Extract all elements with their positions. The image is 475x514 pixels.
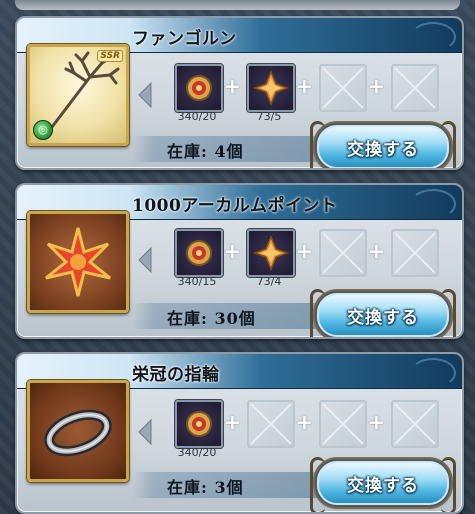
plus-icon: + bbox=[368, 239, 385, 263]
material-count: 73/4 bbox=[256, 275, 282, 288]
stock-count: 在庫: 30個 bbox=[167, 309, 256, 328]
material-slot-1[interactable] bbox=[175, 229, 223, 277]
plus-icon: + bbox=[368, 74, 385, 98]
plus-icon: + bbox=[368, 410, 385, 434]
exchange-card-laurel-ring: 栄冠の指輪 340/20 + + + 在庫: 3個 交換する bbox=[15, 352, 464, 514]
wave-ornament bbox=[410, 189, 456, 219]
button-ornament-right bbox=[441, 289, 456, 337]
plus-icon: + bbox=[224, 410, 241, 434]
material-slot-1[interactable] bbox=[175, 64, 223, 112]
red-medallion-icon bbox=[186, 240, 212, 266]
plus-icon: + bbox=[296, 410, 313, 434]
red-medallion-icon bbox=[186, 411, 212, 437]
arrow-left-icon bbox=[134, 412, 156, 452]
plus-icon: + bbox=[224, 74, 241, 98]
exchange-card-arcarum-points: 1000アーカルムポイント 340/15 + 73/4 + + 在庫: 30個 … bbox=[15, 183, 464, 339]
item-thumbnail-laurel-ring[interactable] bbox=[27, 380, 129, 482]
ring-icon bbox=[44, 409, 112, 457]
item-thumbnail-arcarum-points[interactable] bbox=[27, 211, 129, 313]
material-slot-empty bbox=[391, 64, 439, 112]
plus-icon: + bbox=[296, 239, 313, 263]
material-slot-empty bbox=[319, 400, 367, 448]
material-count: 340/20 bbox=[177, 446, 217, 459]
item-title: 栄冠の指輪 bbox=[132, 365, 220, 385]
previous-card-edge bbox=[15, 0, 460, 10]
plus-icon: + bbox=[296, 74, 313, 98]
material-slot-empty bbox=[247, 400, 295, 448]
exchange-button[interactable]: 交換する bbox=[310, 457, 456, 512]
button-ornament-right bbox=[441, 121, 456, 168]
button-ornament-left bbox=[310, 457, 325, 512]
wave-ornament bbox=[410, 358, 456, 388]
material-slot-empty bbox=[391, 400, 439, 448]
stock-count: 在庫: 3個 bbox=[167, 478, 244, 497]
material-slot-empty bbox=[319, 64, 367, 112]
material-slot-2[interactable] bbox=[247, 64, 295, 112]
item-thumbnail-fangorn[interactable]: SSR ◎ bbox=[27, 44, 129, 146]
gold-cross-crystal-icon bbox=[252, 235, 290, 271]
arrow-left-icon bbox=[134, 75, 156, 115]
arrow-left-icon bbox=[134, 240, 156, 280]
exchange-card-fangorn: ファンゴルン SSR ◎ 340/20 + 73/5 + + 在庫: 4個 交換… bbox=[15, 16, 464, 170]
gold-cross-crystal-icon bbox=[252, 70, 290, 106]
material-count: 340/20 bbox=[177, 110, 217, 123]
exchange-button-label: 交換する bbox=[347, 475, 419, 496]
wave-ornament bbox=[410, 22, 456, 52]
exchange-button[interactable]: 交換する bbox=[310, 121, 456, 168]
button-ornament-left bbox=[310, 289, 325, 337]
red-star-burst-icon bbox=[45, 227, 111, 297]
button-ornament-right bbox=[441, 457, 456, 512]
rarity-badge: SSR bbox=[97, 50, 123, 62]
item-title: ファンゴルン bbox=[132, 29, 237, 49]
exchange-button-label: 交換する bbox=[347, 307, 419, 328]
material-slot-2[interactable] bbox=[247, 229, 295, 277]
material-slot-1[interactable] bbox=[175, 400, 223, 448]
red-medallion-icon bbox=[186, 75, 212, 101]
wind-element-icon: ◎ bbox=[33, 120, 53, 140]
material-slot-empty bbox=[391, 229, 439, 277]
material-count: 340/15 bbox=[177, 275, 217, 288]
exchange-button[interactable]: 交換する bbox=[310, 289, 456, 337]
item-title: 1000アーカルムポイント bbox=[132, 196, 338, 216]
material-slot-empty bbox=[319, 229, 367, 277]
stock-count: 在庫: 4個 bbox=[167, 142, 244, 161]
plus-icon: + bbox=[224, 239, 241, 263]
exchange-button-label: 交換する bbox=[347, 139, 419, 160]
material-count: 73/5 bbox=[256, 110, 282, 123]
button-ornament-left bbox=[310, 121, 325, 168]
